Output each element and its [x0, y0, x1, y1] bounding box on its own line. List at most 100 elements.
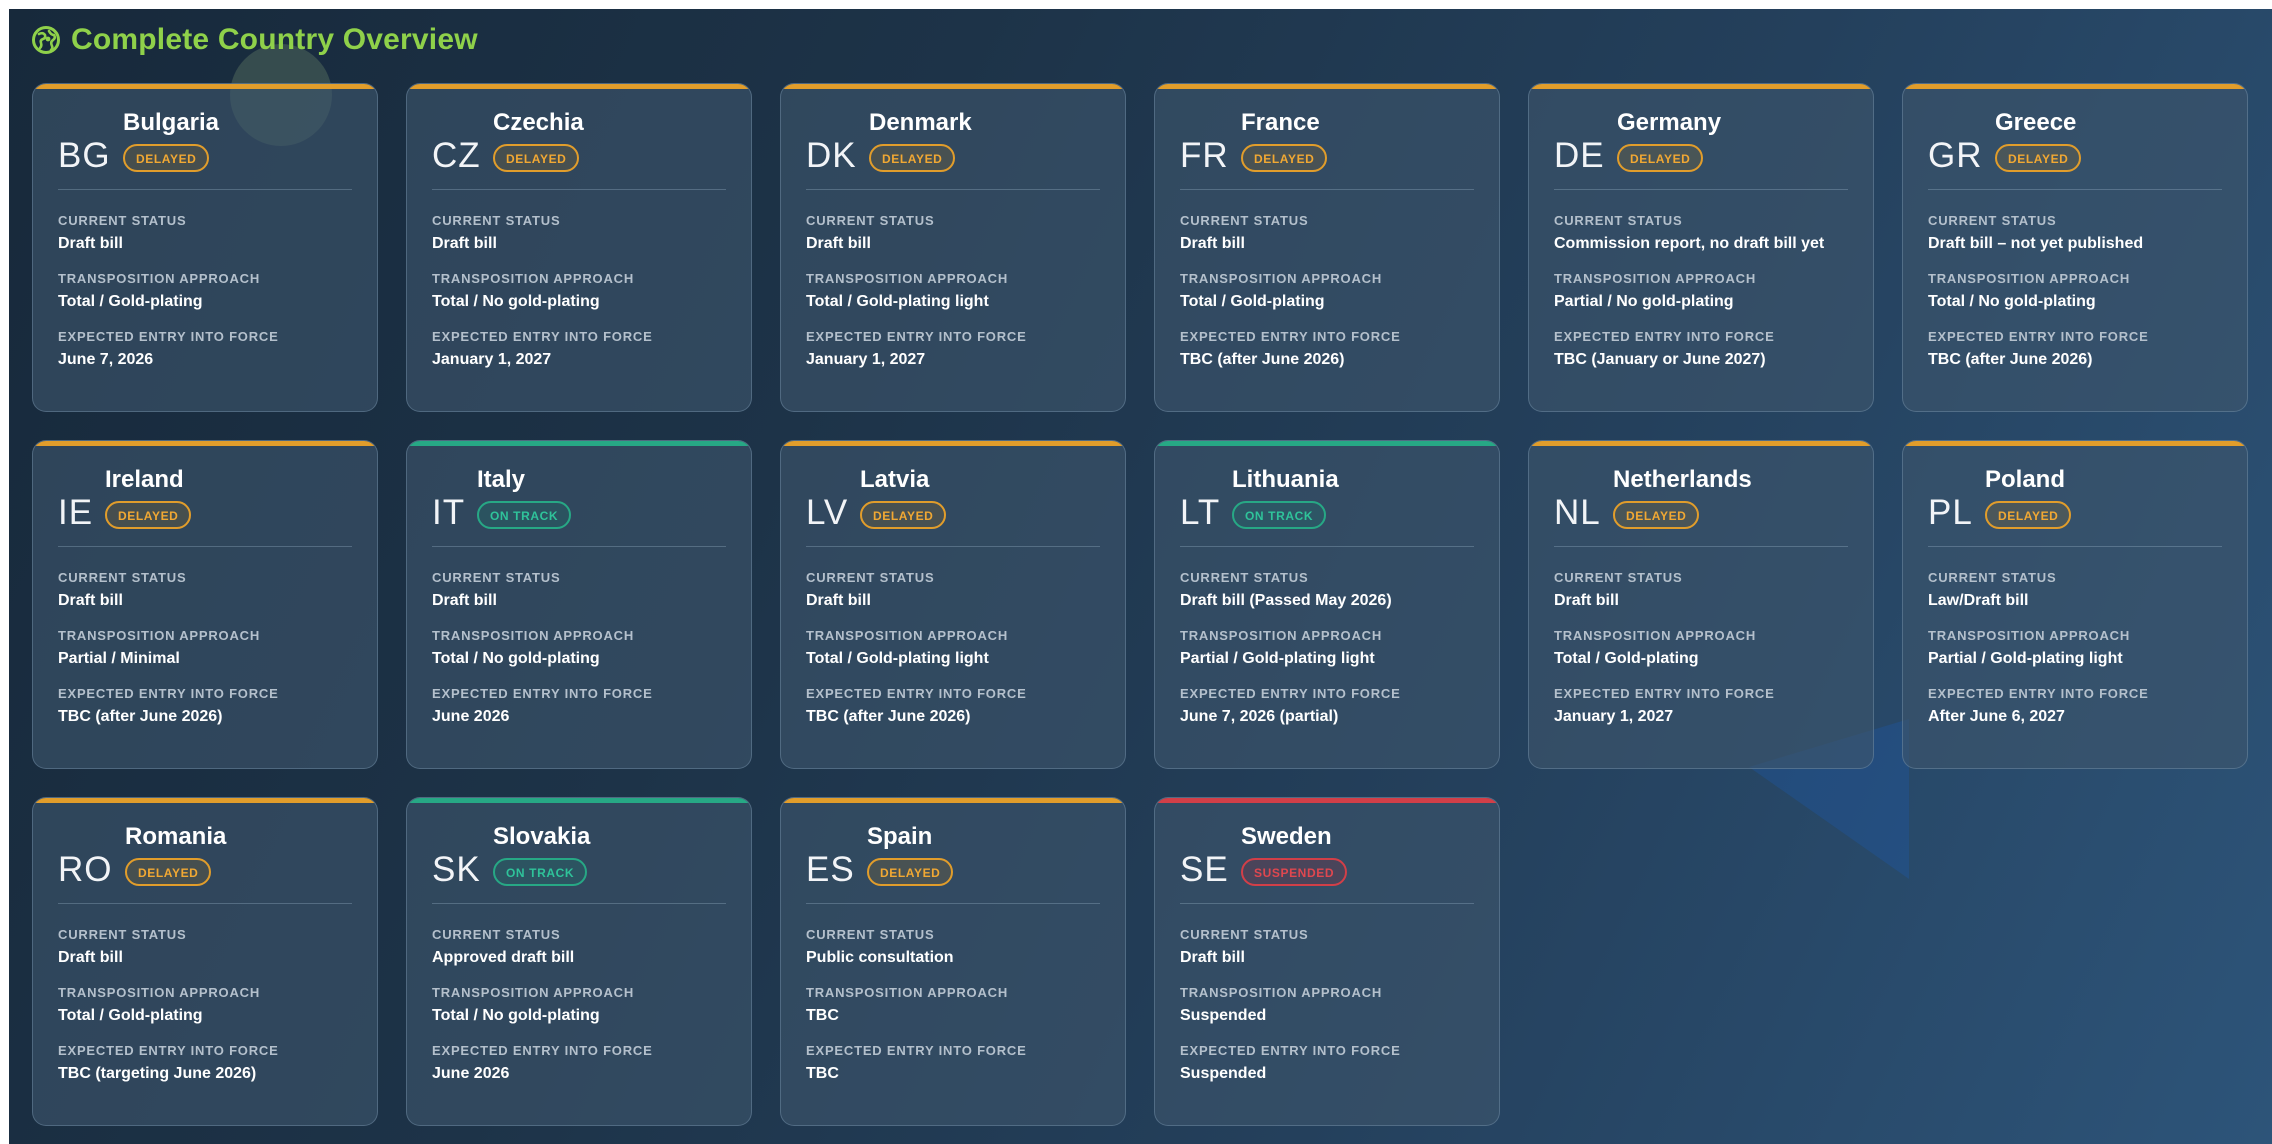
expected-entry-label: EXPECTED ENTRY INTO FORCE	[432, 1043, 653, 1058]
current-status-value: Draft bill – not yet published	[1928, 235, 2144, 252]
card-divider	[806, 546, 1100, 547]
country-name: Spain	[867, 823, 933, 850]
transposition-approach-label: TRANSPOSITION APPROACH	[58, 628, 261, 643]
country-card-pl[interactable]: PL Poland DELAYED CURRENT STATUS Law/Draft b…	[1902, 440, 2248, 769]
status-color-bar	[407, 84, 751, 89]
country-card-fr[interactable]: FR France DELAYED CURRENT STATUS Draft bill T…	[1154, 83, 1500, 412]
country-card-bg[interactable]: BG Bulgaria DELAYED CURRENT STATUS Draft bil…	[32, 83, 378, 412]
country-name: Latvia	[860, 466, 930, 493]
transposition-approach-value: Partial / No gold-plating	[1554, 293, 1734, 310]
current-status-label: CURRENT STATUS	[432, 213, 561, 228]
current-status-label: CURRENT STATUS	[806, 570, 935, 585]
card-divider	[432, 546, 726, 547]
transposition-approach-label: TRANSPOSITION APPROACH	[1180, 628, 1383, 643]
country-code: PL	[1928, 493, 1973, 532]
expected-entry-value: TBC (after June 2026)	[1180, 351, 1345, 368]
page-title: Complete Country Overview	[71, 23, 478, 56]
expected-entry-label: EXPECTED ENTRY INTO FORCE	[1928, 686, 2149, 701]
current-status-label: CURRENT STATUS	[1180, 570, 1309, 585]
country-code: NL	[1554, 493, 1601, 532]
transposition-approach-value: Partial / Minimal	[58, 650, 180, 667]
expected-entry-value: TBC (after June 2026)	[806, 708, 971, 725]
country-code: BG	[58, 136, 111, 175]
country-code: GR	[1928, 136, 1983, 175]
transposition-approach-value: Total / Gold-plating	[1180, 293, 1325, 310]
expected-entry-label: EXPECTED ENTRY INTO FORCE	[432, 329, 653, 344]
country-card-it[interactable]: IT Italy ON TRACK CURRENT STATUS Draft bill T…	[406, 440, 752, 769]
country-card-sk[interactable]: SK Slovakia ON TRACK CURRENT STATUS Approved…	[406, 797, 752, 1126]
status-color-bar	[407, 441, 751, 446]
current-status-label: CURRENT STATUS	[1180, 213, 1309, 228]
transposition-approach-value: Suspended	[1180, 1007, 1267, 1024]
transposition-approach-value: Partial / Gold-plating light	[1180, 650, 1375, 667]
status-color-bar	[1155, 798, 1499, 803]
country-card-ie[interactable]: IE Ireland DELAYED CURRENT STATUS Draft bill…	[32, 440, 378, 769]
country-card-ro[interactable]: RO Romania DELAYED CURRENT STATUS Draft bill…	[32, 797, 378, 1126]
card-divider	[1928, 189, 2222, 190]
current-status-label: CURRENT STATUS	[1554, 570, 1683, 585]
country-name: Bulgaria	[123, 109, 220, 136]
transposition-approach-value: Total / No gold-plating	[432, 1007, 600, 1024]
current-status-label: CURRENT STATUS	[58, 927, 187, 942]
country-card-lv[interactable]: LV Latvia DELAYED CURRENT STATUS Draft bill T…	[780, 440, 1126, 769]
current-status-value: Draft bill	[58, 592, 123, 609]
expected-entry-label: EXPECTED ENTRY INTO FORCE	[1554, 686, 1775, 701]
expected-entry-label: EXPECTED ENTRY INTO FORCE	[1554, 329, 1775, 344]
country-name: Lithuania	[1232, 466, 1339, 493]
current-status-label: CURRENT STATUS	[1928, 570, 2057, 585]
card-divider	[58, 189, 352, 190]
transposition-approach-label: TRANSPOSITION APPROACH	[1928, 271, 2131, 286]
transposition-approach-value: Total / Gold-plating light	[806, 650, 989, 667]
status-badge: DELAYED	[869, 144, 956, 172]
status-color-bar	[1529, 441, 1873, 446]
current-status-label: CURRENT STATUS	[432, 570, 561, 585]
country-name: Romania	[125, 823, 227, 850]
transposition-approach-value: Total / No gold-plating	[1928, 293, 2096, 310]
expected-entry-label: EXPECTED ENTRY INTO FORCE	[1180, 329, 1401, 344]
card-divider	[1180, 903, 1474, 904]
transposition-approach-label: TRANSPOSITION APPROACH	[1180, 985, 1383, 1000]
country-name: Germany	[1617, 109, 1722, 136]
transposition-approach-value: TBC	[806, 1007, 839, 1024]
status-badge: DELAYED	[1617, 144, 1704, 172]
transposition-approach-value: Partial / Gold-plating light	[1928, 650, 2123, 667]
country-code: DE	[1554, 136, 1605, 175]
expected-entry-value: June 2026	[432, 708, 510, 725]
status-color-bar	[1903, 84, 2247, 89]
current-status-label: CURRENT STATUS	[1928, 213, 2057, 228]
transposition-approach-value: Total / No gold-plating	[432, 650, 600, 667]
status-badge: DELAYED	[125, 858, 212, 886]
current-status-value: Draft bill	[1180, 235, 1245, 252]
country-name: Slovakia	[493, 823, 591, 850]
country-code: DK	[806, 136, 857, 175]
current-status-value: Draft bill	[58, 949, 123, 966]
country-card-lt[interactable]: LT Lithuania ON TRACK CURRENT STATUS Draft b…	[1154, 440, 1500, 769]
current-status-value: Draft bill	[432, 235, 497, 252]
country-card-gr[interactable]: GR Greece DELAYED CURRENT STATUS Draft bill …	[1902, 83, 2248, 412]
country-name: Greece	[1995, 109, 2077, 136]
country-card-cz[interactable]: CZ Czechia DELAYED CURRENT STATUS Draft bill…	[406, 83, 752, 412]
status-badge: DELAYED	[105, 501, 192, 529]
expected-entry-label: EXPECTED ENTRY INTO FORCE	[1180, 1043, 1401, 1058]
country-code: FR	[1180, 136, 1229, 175]
country-card-nl[interactable]: NL Netherlands DELAYED CURRENT STATUS Draft …	[1528, 440, 1874, 769]
country-name: France	[1241, 109, 1320, 136]
country-card-dk[interactable]: DK Denmark DELAYED CURRENT STATUS Draft bill…	[780, 83, 1126, 412]
expected-entry-value: January 1, 2027	[1554, 708, 1674, 725]
status-badge: DELAYED	[123, 144, 210, 172]
country-name: Poland	[1985, 466, 2066, 493]
country-name: Sweden	[1241, 823, 1332, 850]
country-name: Denmark	[869, 109, 972, 136]
expected-entry-label: EXPECTED ENTRY INTO FORCE	[58, 329, 279, 344]
country-code: IE	[58, 493, 94, 532]
current-status-label: CURRENT STATUS	[806, 213, 935, 228]
transposition-approach-label: TRANSPOSITION APPROACH	[1180, 271, 1383, 286]
status-color-bar	[1529, 84, 1873, 89]
country-card-se[interactable]: SE Sweden SUSPENDED CURRENT STATUS Draft bil…	[1154, 797, 1500, 1126]
expected-entry-value: June 7, 2026 (partial)	[1180, 708, 1339, 725]
country-card-es[interactable]: ES Spain DELAYED CURRENT STATUS Public consu…	[780, 797, 1126, 1126]
card-divider	[58, 903, 352, 904]
expected-entry-label: EXPECTED ENTRY INTO FORCE	[58, 686, 279, 701]
country-card-de[interactable]: DE Germany DELAYED CURRENT STATUS Commission…	[1528, 83, 1874, 412]
expected-entry-label: EXPECTED ENTRY INTO FORCE	[58, 1043, 279, 1058]
